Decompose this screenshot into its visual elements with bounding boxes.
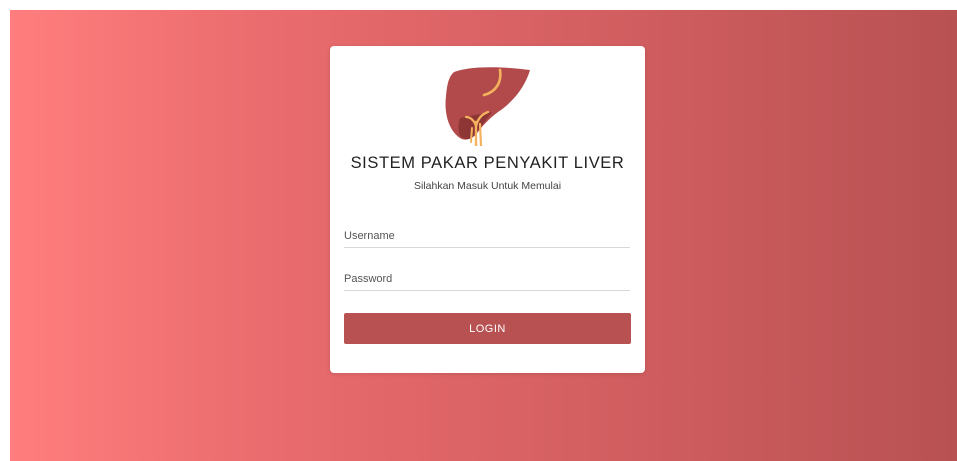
login-background: SISTEM PAKAR PENYAKIT LIVER Silahkan Mas… <box>10 10 957 461</box>
login-card: SISTEM PAKAR PENYAKIT LIVER Silahkan Mas… <box>330 46 645 373</box>
login-subtitle: Silahkan Masuk Untuk Memulai <box>413 180 562 192</box>
login-button[interactable]: LOGIN <box>344 313 631 344</box>
app-title: SISTEM PAKAR PENYAKIT LIVER <box>350 154 625 172</box>
password-input[interactable] <box>344 268 630 291</box>
liver-icon <box>445 67 530 146</box>
username-input[interactable] <box>344 225 630 248</box>
